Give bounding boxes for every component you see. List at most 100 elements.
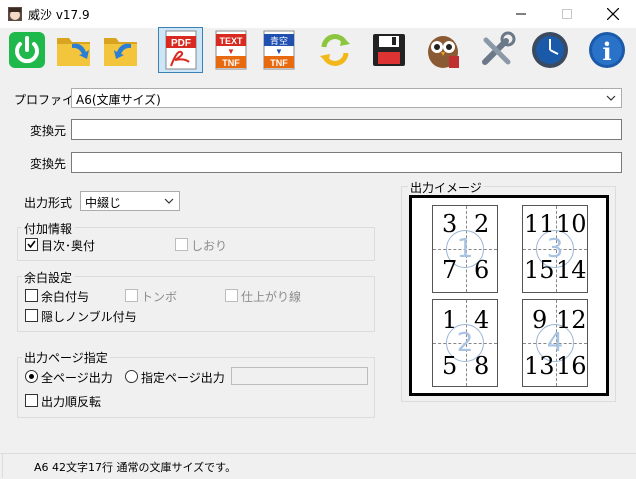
text-tnf-bottom-label: TNF xyxy=(222,58,240,68)
preview-sheet: 3 11 10 15 14 xyxy=(522,205,588,293)
window-title: 威沙 v17.9 xyxy=(28,8,90,22)
output-pages-title: 出力ページ指定 xyxy=(22,349,110,366)
margin-label: 余白付与 xyxy=(41,290,90,304)
specified-pages-input[interactable] xyxy=(231,367,368,385)
trim-line-label: 仕上がり線 xyxy=(241,290,302,304)
additional-info-title: 付加情報 xyxy=(22,220,75,237)
preview-sheet: 4 9 12 13 16 xyxy=(522,299,588,387)
page-number: 9 xyxy=(532,306,548,334)
all-pages-label: 全ページ出力 xyxy=(41,371,113,385)
pdf-button[interactable]: PDF xyxy=(158,27,203,73)
tombo-checkbox[interactable] xyxy=(125,289,138,302)
page-number: 16 xyxy=(556,352,587,380)
folder-open-icon xyxy=(56,38,90,66)
power-icon xyxy=(8,32,45,68)
page-number: 15 xyxy=(524,256,555,284)
reverse-order-checkbox[interactable] xyxy=(25,394,38,407)
info-button[interactable]: i xyxy=(584,27,629,73)
close-button[interactable] xyxy=(590,0,636,28)
toc-checkbox[interactable] xyxy=(25,238,38,251)
page-number: 11 xyxy=(524,210,555,238)
aozora-tnf-top-label: 青空 xyxy=(269,35,287,47)
page-number: 5 xyxy=(442,352,458,380)
status-text: A6 42文字17行 通常の文庫サイズです。 xyxy=(34,461,237,474)
checkmark-icon xyxy=(27,240,36,249)
open-folder-button[interactable] xyxy=(51,27,96,73)
page-number: 10 xyxy=(556,210,587,238)
clock-icon xyxy=(531,32,568,68)
aozora-tnf-bottom-label: TNF xyxy=(270,58,288,68)
preview-frame: 1 3 2 7 6 3 11 10 15 14 2 1 4 5 8 4 9 12… xyxy=(409,195,609,396)
hidden-nombre-label: 隠しノンブル付与 xyxy=(41,310,137,324)
pdf-icon: PDF xyxy=(165,30,196,70)
hidden-nombre-checkbox[interactable] xyxy=(25,309,38,322)
text-tnf-top-label: TEXT xyxy=(219,36,243,46)
floppy-disk-icon xyxy=(372,34,405,66)
status-bar: A6 42文字17行 通常の文庫サイズです。 xyxy=(0,453,636,479)
specified-pages-radio[interactable] xyxy=(125,370,138,383)
pdf-label: PDF xyxy=(171,38,191,49)
page-number: 1 xyxy=(442,306,458,334)
page-number: 6 xyxy=(474,256,490,284)
bookmark-checkbox[interactable] xyxy=(175,238,188,251)
margin-checkbox[interactable] xyxy=(25,289,38,302)
page-number: 7 xyxy=(442,256,458,284)
output-preview-title: 出力イメージ xyxy=(408,179,484,196)
trim-line-checkbox[interactable] xyxy=(225,289,238,302)
tombo-label: トンボ xyxy=(141,290,178,304)
app-icon xyxy=(7,6,23,22)
specified-pages-label: 指定ページ出力 xyxy=(141,371,225,385)
svg-text:▼: ▼ xyxy=(227,47,235,56)
aozora-tnf-button[interactable]: 青空 ▼ TNF xyxy=(256,27,301,73)
folder-return-icon xyxy=(103,38,137,66)
owl-icon xyxy=(427,36,459,68)
text-tnf-button[interactable]: TEXT ▼ TNF xyxy=(208,27,253,73)
title-bar: 威沙 v17.9 xyxy=(0,0,636,28)
bookmark-label: しおり xyxy=(191,239,228,253)
svg-text:▼: ▼ xyxy=(275,47,283,56)
maximize-icon xyxy=(562,9,572,19)
info-label: i xyxy=(602,37,611,66)
refresh-button[interactable] xyxy=(312,27,357,73)
page-number: 14 xyxy=(556,256,587,284)
preview-sheet: 2 1 4 5 8 xyxy=(432,299,498,387)
format-select[interactable]: 中綴じ xyxy=(80,191,180,211)
refresh-icon xyxy=(319,34,350,66)
info-icon: i xyxy=(588,32,625,68)
page-number: 2 xyxy=(474,210,490,238)
page-number: 3 xyxy=(442,210,458,238)
format-label: 出力形式 xyxy=(24,196,73,210)
profile-select[interactable]: A6(文庫サイズ) xyxy=(71,88,622,108)
all-pages-radio[interactable] xyxy=(25,370,38,383)
help-owl-button[interactable] xyxy=(420,27,465,73)
save-folder-button[interactable] xyxy=(98,27,143,73)
maximize-button[interactable] xyxy=(544,0,590,28)
dest-label: 変換先 xyxy=(30,157,67,171)
source-input[interactable] xyxy=(71,119,622,140)
tools-icon xyxy=(481,31,515,65)
source-label: 変換元 xyxy=(30,124,67,138)
aozora-tnf-icon: 青空 ▼ TNF xyxy=(263,30,294,70)
chevron-down-icon xyxy=(606,95,616,101)
dest-input[interactable] xyxy=(71,152,622,173)
page-number: 13 xyxy=(524,352,555,380)
power-button[interactable] xyxy=(4,27,49,73)
reverse-order-label: 出力順反転 xyxy=(41,395,102,409)
page-number: 12 xyxy=(556,306,587,334)
clock-button[interactable] xyxy=(527,27,572,73)
minimize-button[interactable] xyxy=(498,0,544,28)
settings-tools-button[interactable] xyxy=(474,27,519,73)
page-number: 8 xyxy=(474,352,490,380)
close-icon xyxy=(607,8,619,20)
radio-dot xyxy=(29,374,34,379)
toc-label: 目次･奥付 xyxy=(41,239,96,253)
format-value: 中綴じ xyxy=(85,196,122,210)
margin-settings-title: 余白設定 xyxy=(22,269,75,286)
chevron-down-icon xyxy=(164,198,174,204)
save-button[interactable] xyxy=(366,27,411,73)
text-tnf-icon: TEXT ▼ TNF xyxy=(215,30,246,70)
minimize-icon xyxy=(516,13,526,15)
profile-value: A6(文庫サイズ) xyxy=(76,93,161,107)
preview-sheet: 1 3 2 7 6 xyxy=(432,205,498,293)
page-number: 4 xyxy=(474,306,490,334)
